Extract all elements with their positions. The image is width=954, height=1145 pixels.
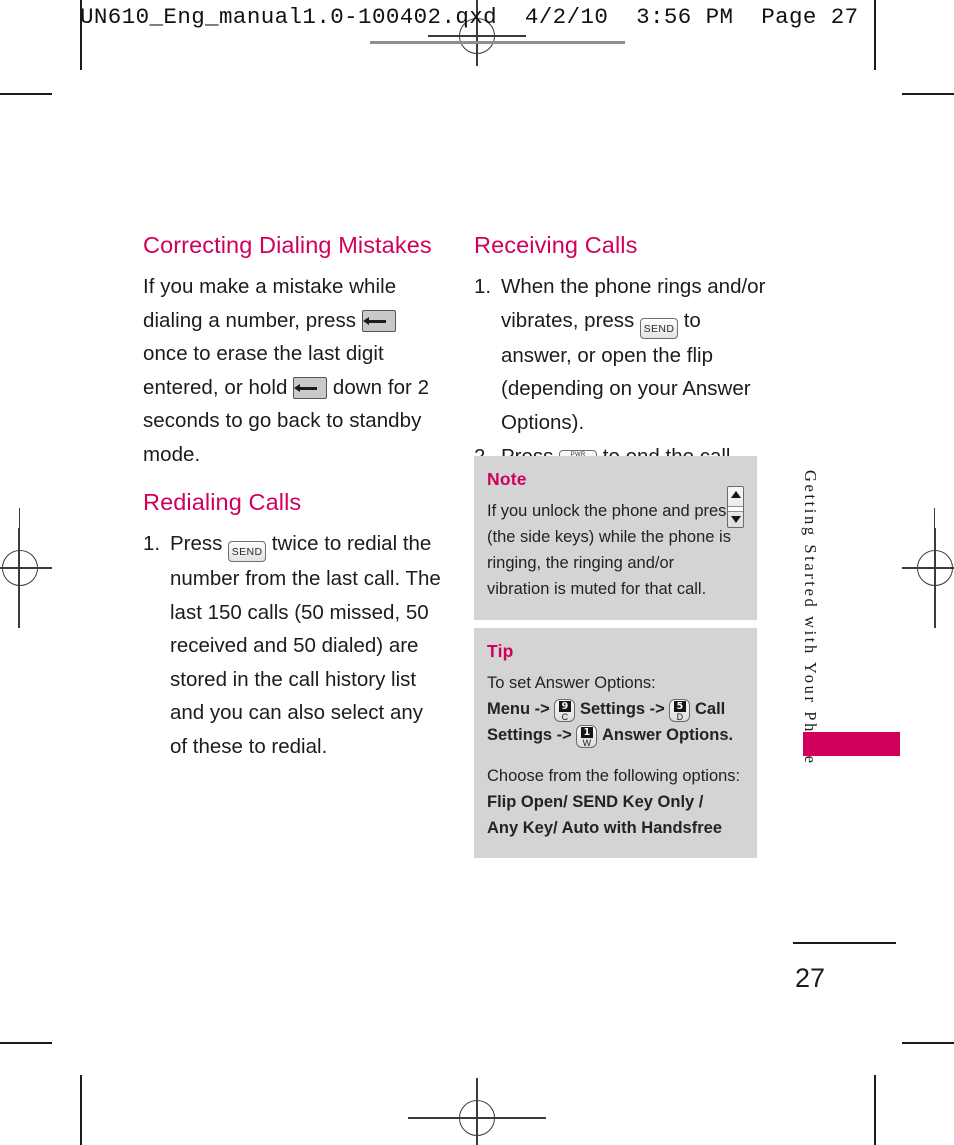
tip-options-line-2: Any Key/ Auto with Handsfree [487, 819, 723, 837]
paragraph-correcting-dialing-mistakes: If you make a mistake while dialing a nu… [143, 270, 443, 471]
step-text-1: Press [170, 532, 229, 556]
tip-body: To set Answer Options: Menu -> 9C Settin… [487, 670, 741, 841]
registration-mark-right-center [902, 528, 954, 628]
tip-path-settings2: Settings -> [487, 726, 572, 744]
side-key-icon [727, 486, 744, 528]
running-head-text: Getting Started with Your Phone [801, 470, 820, 766]
step-number: 1. [474, 275, 492, 299]
crop-mark-bottom-right-vertical [874, 1075, 876, 1145]
heading-redialing-calls: Redialing Calls [143, 489, 302, 516]
tip-path-answer: Answer Options. [602, 726, 734, 744]
tip-path-call: Call [694, 700, 726, 718]
send-key-icon: SEND [228, 541, 267, 563]
step-text-2: twice to redial the number from the last… [170, 532, 441, 758]
manual-page: UN610_Eng_manual1.0-100402.qxd 4/2/10 3:… [0, 0, 954, 1145]
right-column: Receiving Calls 1. When the phone rings a… [474, 232, 766, 474]
page-number: 27 [795, 963, 826, 993]
note-callout: Note If you unlock the phone and press (… [474, 456, 757, 620]
key-1w-icon: 1W [576, 724, 598, 748]
note-text: If you unlock the phone and press (the s… [487, 502, 735, 598]
registration-mark-left-center [0, 528, 52, 628]
tip-choose-line: Choose from the following options: [487, 767, 741, 785]
step-text-1: When the phone rings and/or vibrates, pr… [501, 275, 766, 332]
list-item: 1. Press SEND twice to redial the number … [143, 527, 443, 763]
key-9c-digit: 9 [558, 701, 571, 712]
tip-options-line-1: Flip Open/ SEND Key Only / [487, 793, 704, 811]
redialing-calls-steps: 1. Press SEND twice to redial the number … [143, 527, 443, 763]
print-slug-rule [370, 41, 625, 44]
tip-line-intro: To set Answer Options: [487, 674, 656, 692]
key-9c-icon: 9C [554, 698, 576, 722]
key-1w-letter: W [582, 738, 592, 748]
tip-path-menu: Menu -> [487, 700, 550, 718]
left-column: Correcting Dialing Mistakes If you make … [143, 232, 443, 763]
key-5d-icon: 5D [669, 698, 691, 722]
tip-callout: Tip To set Answer Options: Menu -> 9C Se… [474, 628, 757, 858]
text-segment-1: If you make a mistake while dialing a nu… [143, 275, 397, 332]
tip-title: Tip [487, 641, 514, 661]
tip-path-settings: Settings -> [579, 700, 665, 718]
key-9c-letter: C [561, 712, 569, 722]
clear-key-icon [361, 309, 396, 332]
key-1w-digit: 1 [580, 727, 593, 738]
heading-receiving-calls: Receiving Calls [474, 232, 638, 258]
key-5d-digit: 5 [673, 701, 686, 712]
heading-correcting-dialing-mistakes: Correcting Dialing Mistakes [143, 232, 432, 258]
running-head: Getting Started with Your Phone [800, 470, 900, 770]
trim-rule-left [19, 508, 21, 628]
folio-rule [793, 942, 896, 944]
crop-mark-left-horizontal-bottom [0, 1042, 52, 1044]
crop-mark-bottom-left-vertical [80, 1075, 82, 1145]
key-5d-letter: D [676, 712, 684, 722]
step-number: 1. [143, 532, 161, 556]
crop-mark-right-horizontal-bottom [902, 1042, 954, 1044]
list-item: 1. When the phone rings and/or vibrates, … [474, 270, 766, 439]
print-slug-text: UN610_Eng_manual1.0-100402.qxd 4/2/10 3:… [80, 4, 859, 30]
crop-mark-left-horizontal-top [0, 93, 52, 95]
receiving-calls-steps: 1. When the phone rings and/or vibrates, … [474, 270, 766, 474]
registration-mark-bottom-center [408, 1078, 546, 1145]
print-slug: UN610_Eng_manual1.0-100402.qxd 4/2/10 3:… [80, 0, 876, 70]
clear-key-icon-2 [293, 376, 328, 399]
note-title: Note [487, 469, 527, 489]
send-key-icon: SEND [640, 317, 678, 339]
chapter-tab-marker [803, 732, 900, 756]
crop-mark-right-horizontal-top [902, 93, 954, 95]
trim-rule-right [934, 508, 936, 628]
